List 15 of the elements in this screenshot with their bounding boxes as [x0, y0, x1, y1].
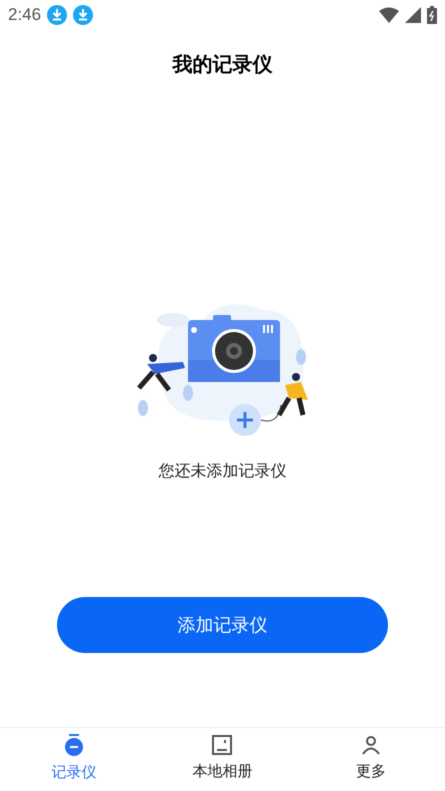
nav-tab[interactable]: 更多 [296, 728, 445, 791]
signal-icon [405, 7, 421, 23]
download-icon [47, 5, 68, 25]
recorder-icon [64, 734, 84, 756]
empty-state-message: 您还未添加记录仪 [158, 462, 286, 482]
page-title: 我的记录仪 [172, 53, 272, 78]
nav-tab[interactable]: 本地相册 [148, 728, 297, 791]
status-time: 2:46 [8, 4, 42, 26]
wifi-icon [379, 7, 399, 23]
download-icon [73, 5, 94, 25]
add-recorder-button[interactable]: 添加记录仪 [57, 597, 388, 653]
user-icon [360, 735, 381, 756]
nav-tab[interactable]: 记录仪 [0, 728, 148, 791]
battery-icon [427, 6, 437, 24]
photo-frame-icon [212, 735, 232, 756]
